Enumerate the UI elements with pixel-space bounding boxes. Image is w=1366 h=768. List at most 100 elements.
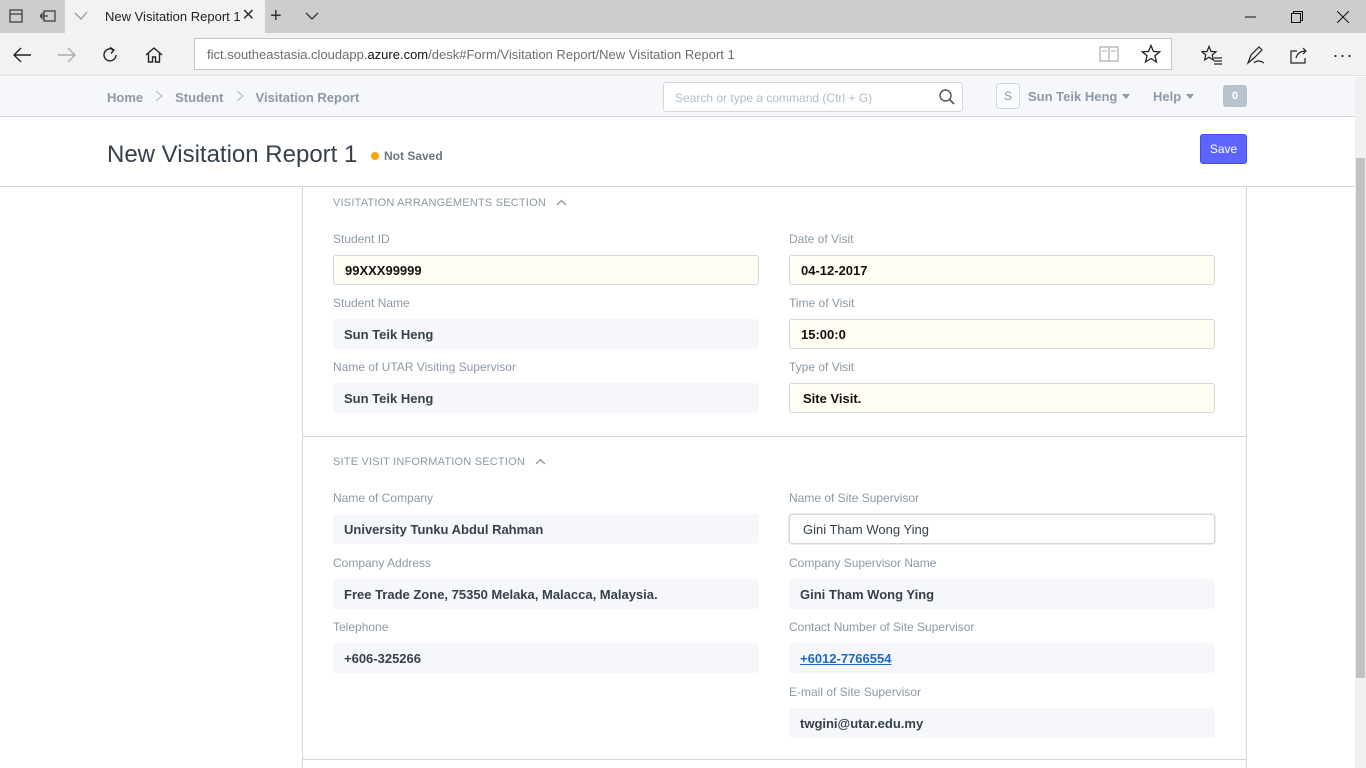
company-supervisor-value: Gini Tham Wong Ying	[789, 579, 1215, 609]
scrollbar-thumb[interactable]	[1356, 158, 1365, 678]
share-icon[interactable]	[1286, 42, 1312, 68]
email-value: twgini@utar.edu.my	[789, 708, 1215, 738]
section-header[interactable]: VISITATION ARRANGEMENTS SECTION	[333, 197, 567, 209]
browser-nav-bar: fict.southeastasia.cloudapp.azure.com/de…	[0, 33, 1366, 76]
type-of-visit-select[interactable]: Site Visit.	[789, 383, 1215, 413]
field-label: E-mail of Site Supervisor	[789, 685, 922, 699]
set-tabs-aside-icon[interactable]	[38, 6, 58, 26]
window-controls	[1228, 0, 1366, 33]
visitation-arrangements-section: VISITATION ARRANGEMENTS SECTION Student …	[303, 187, 1246, 436]
home-icon[interactable]	[141, 42, 167, 68]
minimize-icon[interactable]	[1228, 0, 1274, 33]
time-of-visit-field: Time of Visit 15:00:0	[789, 296, 1215, 349]
field-label: Company Address	[333, 556, 432, 570]
company-name-value: University Tunku Abdul Rahman	[333, 514, 759, 544]
breadcrumb-visitation-report[interactable]: Visitation Report	[256, 90, 360, 105]
caret-down-icon	[1186, 94, 1195, 99]
section-divider	[303, 759, 1246, 760]
section-title: SITE VISIT INFORMATION SECTION	[333, 456, 525, 468]
field-label: Telephone	[333, 620, 389, 634]
search-placeholder: Search or type a command (Ctrl + G)	[675, 91, 873, 105]
user-name: Sun Teik Heng	[1028, 89, 1118, 104]
student-id-input[interactable]: 99XXX99999	[333, 255, 759, 285]
browser-tab-bar: New Visitation Report 1 ✕ +	[0, 0, 1366, 33]
status-indicator: Not Saved	[371, 149, 443, 163]
user-menu[interactable]: Sun Teik Heng	[1028, 89, 1131, 104]
reading-view-icon[interactable]	[1099, 45, 1119, 68]
utar-supervisor-field: Name of UTAR Visiting Supervisor Sun Tei…	[333, 360, 759, 413]
chevron-up-icon[interactable]	[556, 197, 567, 209]
student-name-value: Sun Teik Heng	[333, 319, 759, 349]
breadcrumb: Home Student Visitation Report	[107, 89, 359, 105]
date-of-visit-input[interactable]: 04-12-2017	[789, 255, 1215, 285]
page-favicon-icon	[73, 9, 89, 25]
field-label: Contact Number of Site Supervisor	[789, 620, 975, 634]
chevron-down-icon[interactable]	[305, 8, 319, 26]
favorites-hub-icon[interactable]	[1199, 42, 1225, 68]
pen-notes-icon[interactable]	[1243, 42, 1269, 68]
tab-active[interactable]: New Visitation Report 1 ✕	[65, 0, 265, 33]
site-supervisor-select[interactable]: Gini Tham Wong Ying	[789, 514, 1215, 544]
field-label: Name of Site Supervisor	[789, 491, 920, 505]
field-label: Type of Visit	[789, 360, 855, 374]
close-tab-icon[interactable]: ✕	[242, 8, 255, 24]
chevron-right-icon	[236, 89, 244, 105]
site-supervisor-field: Name of Site Supervisor Gini Tham Wong Y…	[789, 491, 1215, 544]
form-layout: VISITATION ARRANGEMENTS SECTION Student …	[302, 187, 1247, 768]
close-window-icon[interactable]	[1320, 0, 1366, 33]
page-head: New Visitation Report 1 Not Saved Save	[0, 117, 1355, 187]
new-tab-icon[interactable]: +	[270, 5, 282, 28]
contact-number-link[interactable]: +6012-7766554	[800, 651, 891, 666]
field-label: Name of Company	[333, 491, 434, 505]
status-text: Not Saved	[384, 149, 443, 163]
chevron-up-icon[interactable]	[535, 456, 546, 468]
field-label: Time of Visit	[789, 296, 855, 310]
utar-supervisor-value: Sun Teik Heng	[333, 383, 759, 413]
forward-icon[interactable]	[54, 42, 80, 68]
notification-badge[interactable]: 0	[1223, 85, 1247, 107]
contact-number-container: +6012-7766554	[789, 643, 1215, 673]
page-title: New Visitation Report 1	[107, 141, 358, 168]
telephone-field: Telephone +606-325266	[333, 620, 759, 673]
avatar[interactable]: S	[996, 83, 1020, 109]
search-input[interactable]: Search or type a command (Ctrl + G)	[663, 82, 963, 112]
section-title: VISITATION ARRANGEMENTS SECTION	[333, 197, 546, 209]
student-id-field: Student ID 99XXX99999	[333, 232, 759, 285]
section-header[interactable]: SITE VISIT INFORMATION SECTION	[333, 456, 546, 468]
restore-icon[interactable]	[1274, 0, 1320, 33]
favorite-star-icon[interactable]	[1140, 43, 1162, 69]
field-label: Company Supervisor Name	[789, 556, 937, 570]
contact-number-field: Contact Number of Site Supervisor +6012-…	[789, 620, 1215, 673]
field-label: Name of UTAR Visiting Supervisor	[333, 360, 516, 374]
more-icon[interactable]: ···	[1330, 42, 1356, 68]
help-label: Help	[1153, 89, 1182, 104]
help-menu[interactable]: Help	[1153, 89, 1195, 104]
field-label: Student Name	[333, 296, 410, 310]
address-bar[interactable]: fict.southeastasia.cloudapp.azure.com/de…	[194, 38, 1172, 70]
student-name-field: Student Name Sun Teik Heng	[333, 296, 759, 349]
date-of-visit-field: Date of Visit 04-12-2017	[789, 232, 1215, 285]
email-field: E-mail of Site Supervisor twgini@utar.ed…	[789, 685, 1215, 738]
chevron-right-icon	[155, 89, 164, 105]
company-address-field: Company Address Free Trade Zone, 75350 M…	[333, 556, 759, 609]
tab-preview-icon[interactable]	[6, 6, 26, 26]
save-button[interactable]: Save	[1200, 134, 1247, 164]
caret-down-icon	[1122, 94, 1131, 99]
breadcrumb-home[interactable]: Home	[107, 90, 143, 105]
telephone-value: +606-325266	[333, 643, 759, 673]
breadcrumb-student[interactable]: Student	[175, 90, 223, 105]
type-of-visit-field: Type of Visit Site Visit.	[789, 360, 1215, 413]
company-name-field: Name of Company University Tunku Abdul R…	[333, 491, 759, 544]
company-address-value: Free Trade Zone, 75350 Melaka, Malacca, …	[333, 579, 759, 609]
field-label: Student ID	[333, 232, 390, 246]
company-supervisor-field: Company Supervisor Name Gini Tham Wong Y…	[789, 556, 1215, 609]
back-icon[interactable]	[9, 42, 35, 68]
app-navbar: Home Student Visitation Report Search or…	[0, 77, 1355, 117]
status-dot-icon	[371, 152, 379, 160]
field-label: Date of Visit	[789, 232, 854, 246]
site-visit-information-section: SITE VISIT INFORMATION SECTION Name of C…	[303, 437, 1246, 768]
refresh-icon[interactable]	[97, 42, 123, 68]
search-icon[interactable]	[938, 88, 956, 111]
url-text: fict.southeastasia.cloudapp.azure.com/de…	[207, 47, 735, 62]
time-of-visit-input[interactable]: 15:00:0	[789, 319, 1215, 349]
